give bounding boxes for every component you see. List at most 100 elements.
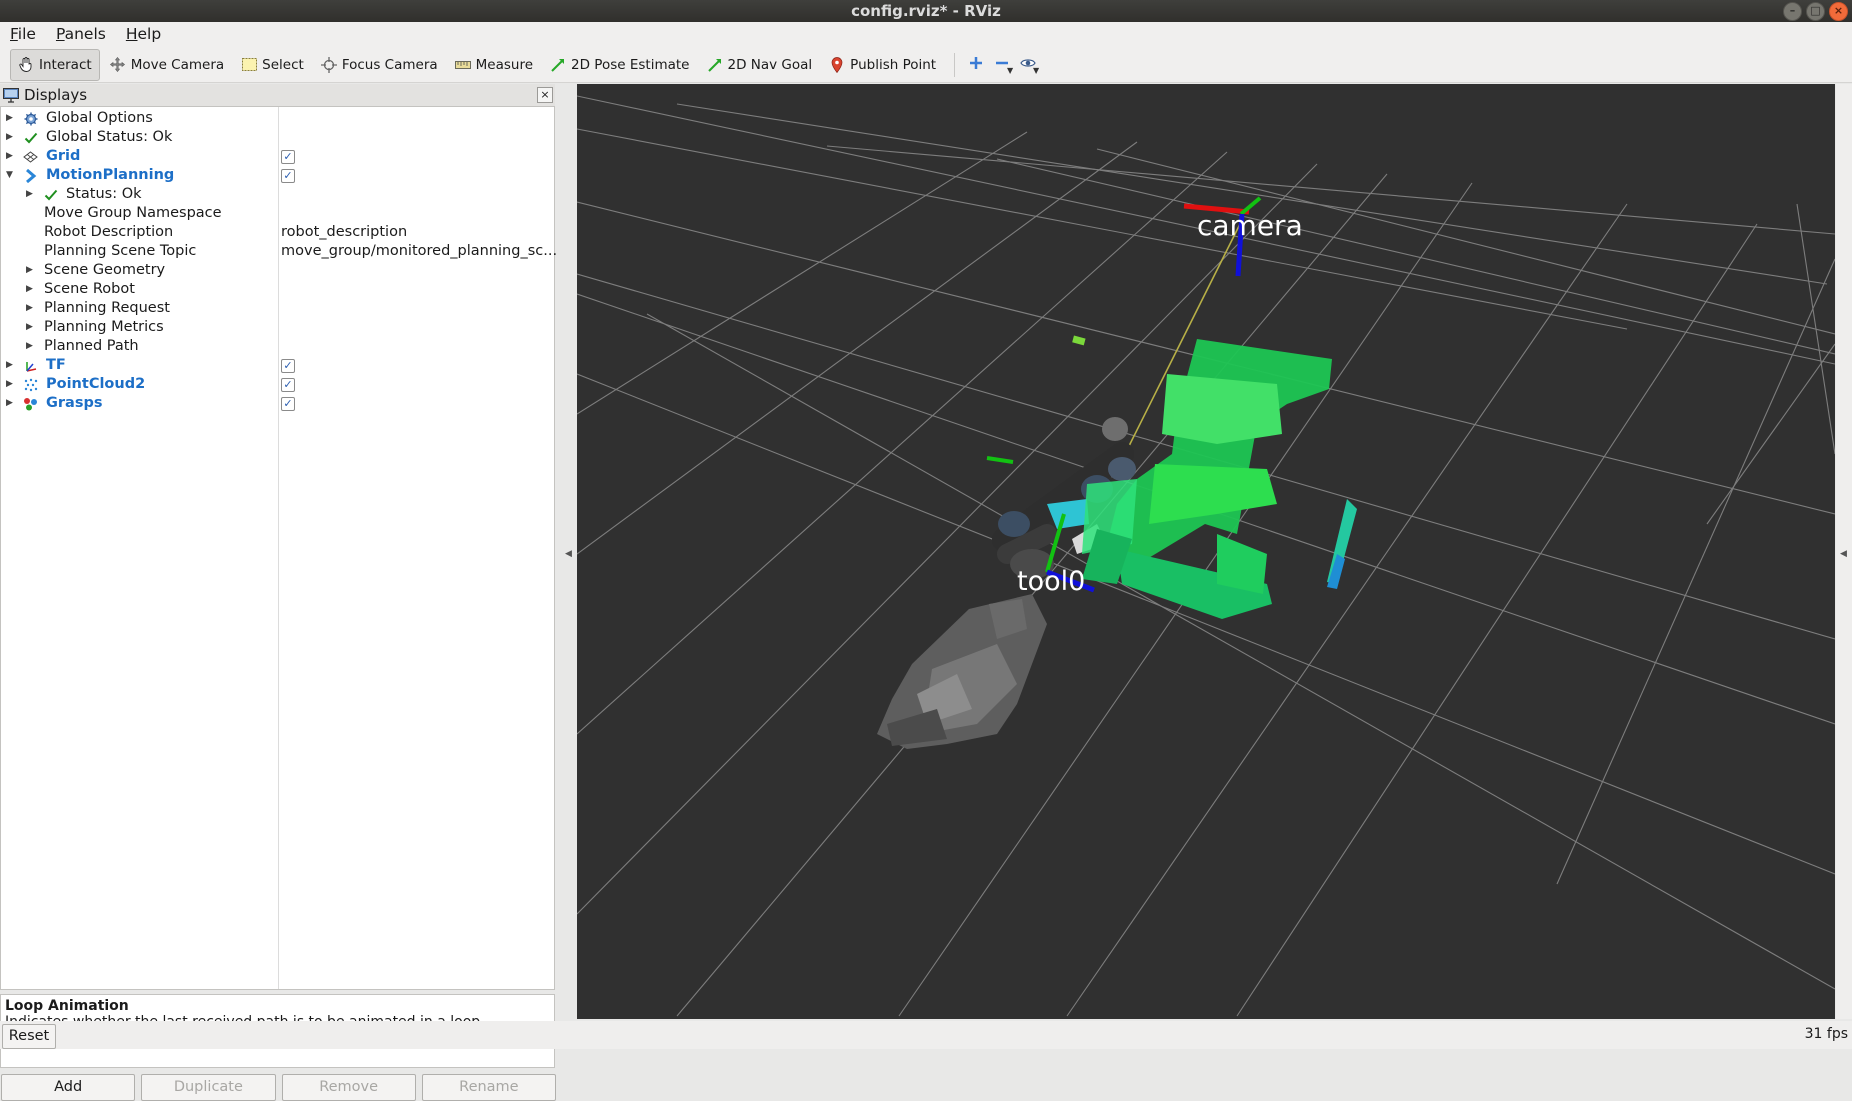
marker-array-icon: [23, 396, 38, 411]
tools-toolbar: Interact Move Camera Select Focus Camera…: [0, 47, 1852, 83]
view-options-button[interactable]: ▼: [1015, 50, 1041, 80]
grasps-enable-checkbox[interactable]: ✓: [281, 397, 295, 411]
plus-icon: [969, 56, 983, 74]
pose-arrow-icon: [550, 57, 566, 73]
tool0-frame-label: tool0: [1017, 566, 1085, 597]
expand-arrow-icon[interactable]: ▶: [6, 128, 13, 147]
expand-arrow-icon[interactable]: ▶: [6, 394, 13, 413]
expand-arrow-icon[interactable]: ▶: [26, 299, 33, 318]
close-button[interactable]: ×: [1829, 2, 1848, 21]
pointcloud2-enable-checkbox[interactable]: ✓: [281, 378, 295, 392]
nav-goal-arrow-icon: [707, 57, 723, 73]
move-camera-icon: [110, 57, 126, 73]
motion-planning-icon: [23, 168, 38, 183]
focus-camera-icon: [320, 56, 337, 73]
menu-help[interactable]: Help: [116, 22, 171, 47]
left-dock-splitter[interactable]: ◀: [560, 84, 576, 1019]
tree-row-global-options[interactable]: ▶ Global Options: [1, 109, 554, 128]
expand-arrow-icon[interactable]: ▶: [26, 318, 33, 337]
tree-row-planning-metrics[interactable]: ▶ Planning Metrics: [1, 318, 554, 337]
minimize-button[interactable]: –: [1783, 2, 1802, 21]
tree-row-planned-path[interactable]: ▶ Planned Path: [1, 337, 554, 356]
select-tool-button[interactable]: Select: [234, 50, 311, 80]
tree-row-pointcloud2[interactable]: ▶ PointCloud2 ✓: [1, 375, 554, 394]
point-cloud-icon: [23, 377, 38, 392]
toolbar-separator: [954, 52, 956, 77]
remove-tool-button[interactable]: ▼: [989, 50, 1015, 80]
move-camera-tool-button[interactable]: Move Camera: [103, 50, 231, 80]
expand-arrow-icon[interactable]: ▶: [6, 147, 13, 166]
tree-row-planning-request[interactable]: ▶ Planning Request: [1, 299, 554, 318]
scene-render: camera tool0: [576, 95, 1836, 1017]
checkmark-icon: [23, 130, 38, 145]
measure-tool-button[interactable]: Measure: [448, 50, 540, 80]
menu-panels[interactable]: Panels: [46, 22, 116, 47]
tree-row-move-group-namespace[interactable]: Move Group Namespace: [1, 204, 554, 223]
window-title: config.rviz* - RViz: [851, 2, 1001, 20]
collapse-left-arrow-icon[interactable]: ◀: [565, 549, 572, 559]
displays-tree[interactable]: ▶ Global Options ▶ Global Status: Ok ▶ G…: [0, 106, 557, 990]
ruler-icon: [454, 57, 471, 73]
publish-point-tool-button[interactable]: Publish Point: [822, 50, 943, 80]
expand-arrow-icon[interactable]: ▶: [6, 375, 13, 394]
displays-panel-header: Displays ×: [0, 84, 555, 106]
tree-row-scene-robot[interactable]: ▶ Scene Robot: [1, 280, 554, 299]
expand-arrow-icon[interactable]: ▶: [26, 280, 33, 299]
menu-bar: File Panels Help: [0, 22, 1852, 47]
tf-axes-icon: [23, 358, 38, 373]
close-panel-button[interactable]: ×: [537, 87, 553, 103]
tree-row-grasps[interactable]: ▶ Grasps ✓: [1, 394, 554, 413]
tree-row-global-status[interactable]: ▶ Global Status: Ok: [1, 128, 554, 147]
map-pin-icon: [829, 56, 845, 73]
grid-icon: [23, 149, 38, 164]
tree-row-scene-geometry[interactable]: ▶ Scene Geometry: [1, 261, 554, 280]
motion-planning-enable-checkbox[interactable]: ✓: [281, 169, 295, 183]
select-icon: [241, 57, 257, 73]
menu-file[interactable]: File: [0, 22, 46, 47]
tree-row-motion-planning[interactable]: ▼ MotionPlanning ✓: [1, 166, 554, 185]
planning-scene-topic-value[interactable]: move_group/monitored_planning_sc...: [281, 242, 557, 261]
add-button[interactable]: Add: [1, 1074, 136, 1101]
3d-render-viewport[interactable]: camera tool0: [576, 84, 1836, 1019]
checkmark-icon: [43, 187, 58, 202]
tree-row-tf[interactable]: ▶ TF ✓: [1, 356, 554, 375]
collapse-arrow-icon[interactable]: ▼: [6, 166, 13, 185]
tree-row-grid[interactable]: ▶ Grid ✓: [1, 147, 554, 166]
description-title: Loop Animation: [5, 998, 129, 1014]
tree-row-robot-description[interactable]: Robot Description robot_description: [1, 223, 554, 242]
expand-arrow-icon[interactable]: ▶: [26, 261, 33, 280]
expand-arrow-icon[interactable]: ▶: [26, 337, 33, 356]
2d-nav-goal-tool-button[interactable]: 2D Nav Goal: [700, 50, 820, 80]
duplicate-button[interactable]: Duplicate: [141, 1074, 276, 1101]
window-controls: – □ ×: [1783, 2, 1848, 21]
title-bar: config.rviz* - RViz – □ ×: [0, 0, 1852, 22]
grid-enable-checkbox[interactable]: ✓: [281, 150, 295, 164]
expand-arrow-icon[interactable]: ▶: [6, 109, 13, 128]
remove-button[interactable]: Remove: [281, 1074, 416, 1101]
robot-description-value[interactable]: robot_description: [281, 223, 407, 242]
rename-button[interactable]: Rename: [421, 1074, 556, 1101]
reset-button[interactable]: Reset: [2, 1024, 56, 1049]
camera-frame-label: camera: [1197, 209, 1303, 242]
focus-camera-tool-button[interactable]: Focus Camera: [314, 50, 445, 80]
display-buttons: Add Duplicate Remove Rename: [0, 1074, 556, 1101]
tf-enable-checkbox[interactable]: ✓: [281, 359, 295, 373]
depth-point-cloud: [877, 594, 1047, 749]
monitor-icon: [3, 87, 19, 103]
interact-tool-button[interactable]: Interact: [10, 48, 100, 81]
expand-arrow-icon[interactable]: ▶: [26, 185, 33, 204]
fps-readout: 31 fps: [1804, 1026, 1848, 1042]
2d-pose-estimate-tool-button[interactable]: 2D Pose Estimate: [543, 50, 696, 80]
displays-panel: Displays × ▶ Global Options ▶ Global Sta…: [0, 84, 557, 1101]
tree-row-planning-scene-topic[interactable]: Planning Scene Topic move_group/monitore…: [1, 242, 557, 261]
tree-row-status[interactable]: ▶ Status: Ok: [1, 185, 554, 204]
expand-arrow-icon[interactable]: ▶: [6, 356, 13, 375]
add-tool-button[interactable]: [963, 50, 989, 80]
small-marker: [1072, 335, 1086, 346]
displays-panel-title: Displays: [24, 86, 88, 104]
maximize-button[interactable]: □: [1806, 2, 1825, 21]
right-dock-splitter[interactable]: ◀: [1836, 84, 1852, 1019]
expand-right-arrow-icon[interactable]: ◀: [1840, 549, 1847, 559]
status-bar: Reset 31 fps: [0, 1021, 1852, 1049]
gear-icon: [23, 111, 38, 126]
